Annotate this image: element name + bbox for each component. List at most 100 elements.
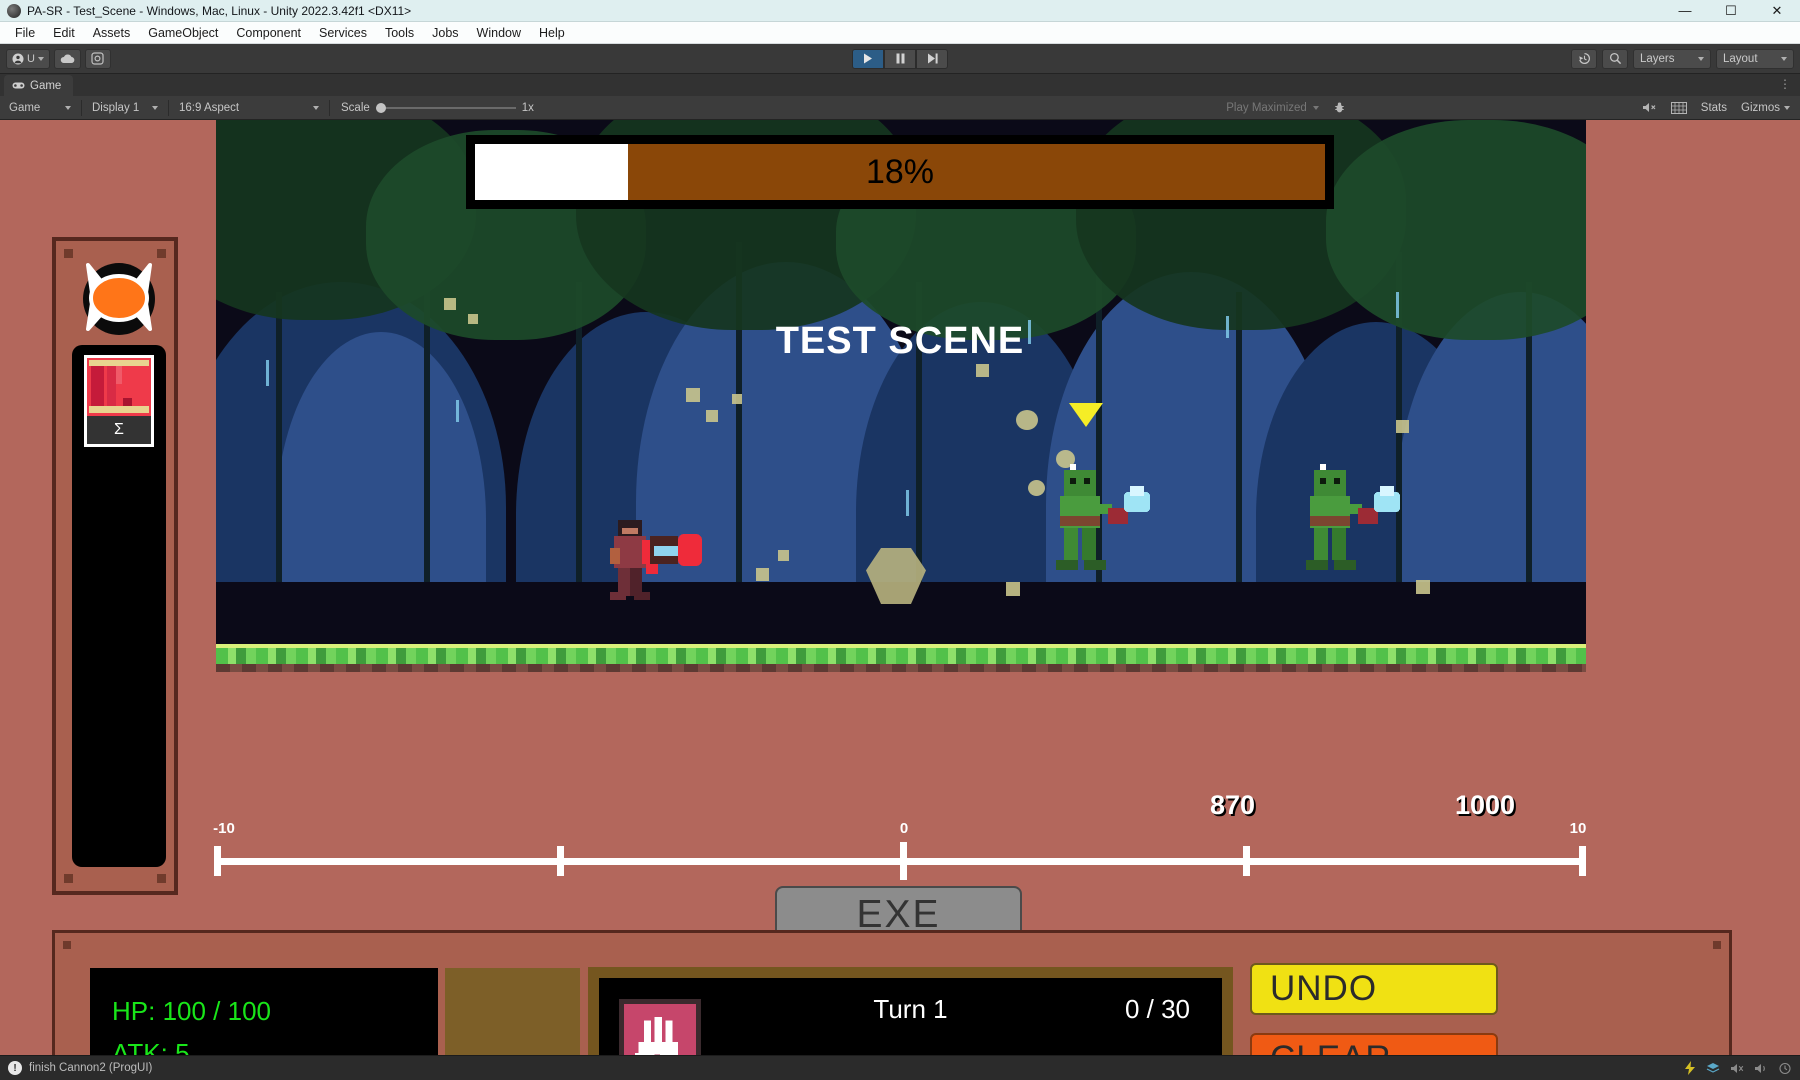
ground-dirt (216, 664, 1586, 672)
gamepad-icon (12, 82, 25, 89)
enemy-distance-label-2: 1000 (1455, 790, 1516, 820)
position-slider[interactable]: -10 0 10 (213, 820, 1587, 880)
mute-audio-icon (1642, 103, 1656, 112)
window-titlebar: PA-SR - Test_Scene - Windows, Mac, Linux… (0, 0, 1800, 22)
scale-slider-handle[interactable] (375, 102, 386, 113)
chevron-down-icon (1784, 105, 1790, 110)
chevron-down-icon (1781, 56, 1787, 61)
layout-dropdown[interactable]: Layout (1716, 48, 1794, 69)
maximize-button[interactable]: ☐ (1708, 0, 1754, 21)
mute-icon (1731, 1063, 1744, 1073)
stats-toggle[interactable]: Stats (1695, 99, 1733, 117)
menu-help[interactable]: Help (530, 24, 574, 42)
divider (329, 99, 330, 116)
chevron-down-icon (37, 56, 44, 61)
player-unit[interactable] (606, 512, 718, 604)
step-button[interactable] (916, 48, 948, 69)
chevron-down-icon (65, 105, 71, 110)
target-display-dropdown[interactable]: Game (4, 98, 76, 117)
bug-icon (1335, 102, 1344, 113)
view-tabbar: Game ⋮ (0, 74, 1800, 96)
layers-dropdown[interactable]: Layers (1633, 48, 1711, 69)
pause-button[interactable] (884, 48, 916, 69)
gear-button[interactable] (84, 48, 111, 69)
game-view-canvas[interactable]: 18% TEST SCENE 870 1000 -10 0 10 EXE Σ H… (0, 120, 1800, 1055)
stat-atk: ATK: 5 (112, 1038, 190, 1055)
search-button[interactable] (1602, 48, 1628, 69)
loop-icon (1779, 1062, 1791, 1074)
turn-queue-box[interactable]: Turn 1 0 / 30 (599, 978, 1222, 1055)
menu-services[interactable]: Services (310, 24, 376, 42)
menu-window[interactable]: Window (468, 24, 530, 42)
stats-grid-button[interactable] (1665, 99, 1693, 117)
cloud-button[interactable] (53, 48, 81, 69)
play-maximized-label: Play Maximized (1226, 101, 1307, 114)
enemy-unit-1[interactable] (1044, 460, 1156, 574)
enemy-distance-label-1: 870 (1210, 790, 1256, 820)
menu-component[interactable]: Component (227, 24, 310, 42)
audio-icon (1755, 1063, 1765, 1073)
mute-audio-button[interactable] (1636, 99, 1663, 117)
target-display-value: Game (9, 101, 41, 114)
menu-assets[interactable]: Assets (84, 24, 140, 42)
account-button[interactable]: U (6, 48, 50, 69)
card-item[interactable]: Σ (84, 355, 154, 447)
card-art (87, 358, 151, 416)
scale-slider[interactable] (375, 102, 516, 113)
minimize-button[interactable]: — (1662, 0, 1708, 21)
turn-panel: Turn 1 0 / 30 (588, 967, 1233, 1055)
aspect-dropdown[interactable]: 16:9 Aspect (174, 98, 324, 117)
chevron-down-icon (1312, 105, 1319, 110)
player-stats-box: HP: 100 / 100 ATK: 5 DEF: 0 MOVE: 7 (90, 968, 438, 1055)
statusbar: ! finish Cannon2 (ProgUI) (0, 1055, 1800, 1080)
layers-label: Layers (1640, 52, 1675, 65)
slider-label-min: -10 (213, 820, 235, 837)
menu-tools[interactable]: Tools (376, 24, 423, 42)
action-button-group: UNDO CLEAR (1250, 963, 1498, 1055)
scene-title: TEST SCENE (775, 320, 1025, 362)
tab-game[interactable]: Game (4, 75, 74, 96)
gamebar-right-group: Play Maximized Stats Gizmos (1220, 99, 1796, 117)
unity-icon (7, 3, 21, 18)
gizmos-dropdown[interactable]: Gizmos (1735, 99, 1796, 117)
bug-button[interactable] (1327, 99, 1352, 117)
progress-bar-label: 18% (865, 152, 935, 191)
close-button[interactable]: ✕ (1754, 0, 1800, 21)
play-maximized-dropdown[interactable]: Play Maximized (1220, 102, 1325, 114)
progress-bar-container: 18% (466, 135, 1334, 209)
enemy-unit-2[interactable] (1294, 460, 1406, 574)
progress-bar-track: 18% (475, 144, 1325, 200)
display-dropdown[interactable]: Display 1 (87, 98, 163, 117)
layers-stack-icon (1706, 1062, 1720, 1073)
gizmos-label: Gizmos (1741, 101, 1780, 114)
divider (168, 99, 169, 116)
slider-label-mid: 0 (899, 820, 909, 837)
history-button[interactable] (1571, 48, 1597, 69)
bottom-hud-panel: HP: 100 / 100 ATK: 5 DEF: 0 MOVE: 7 (52, 930, 1732, 1055)
scale-value: 1x (521, 101, 534, 114)
tab-overflow-menu[interactable]: ⋮ (1779, 77, 1792, 91)
card-symbol: Σ (87, 416, 151, 444)
menubar: File Edit Assets GameObject Component Se… (0, 22, 1800, 44)
tab-game-label: Game (30, 79, 62, 92)
slider-label-max: 10 (1569, 820, 1587, 837)
unit-card-panel: Σ (52, 237, 178, 895)
chevron-down-icon (1698, 56, 1704, 61)
slider-tick-max (1579, 846, 1586, 876)
slider-tick-q1 (557, 846, 564, 876)
clear-button[interactable]: CLEAR (1250, 1033, 1498, 1055)
warning-badge-icon: ! (8, 1061, 22, 1075)
play-button[interactable] (852, 48, 884, 69)
statusbar-message[interactable]: finish Cannon2 (ProgUI) (29, 1062, 152, 1074)
display-value: Display 1 (92, 101, 140, 114)
slider-tick-q3 (1243, 846, 1250, 876)
scale-label: Scale (341, 101, 370, 114)
scale-slider-group[interactable]: Scale 1x (335, 102, 534, 114)
menu-gameobject[interactable]: GameObject (139, 24, 227, 42)
menu-file[interactable]: File (6, 24, 44, 42)
menu-edit[interactable]: Edit (44, 24, 84, 42)
account-label: U (27, 52, 35, 65)
slider-handle[interactable] (900, 842, 907, 880)
menu-jobs[interactable]: Jobs (423, 24, 467, 42)
undo-button[interactable]: UNDO (1250, 963, 1498, 1015)
